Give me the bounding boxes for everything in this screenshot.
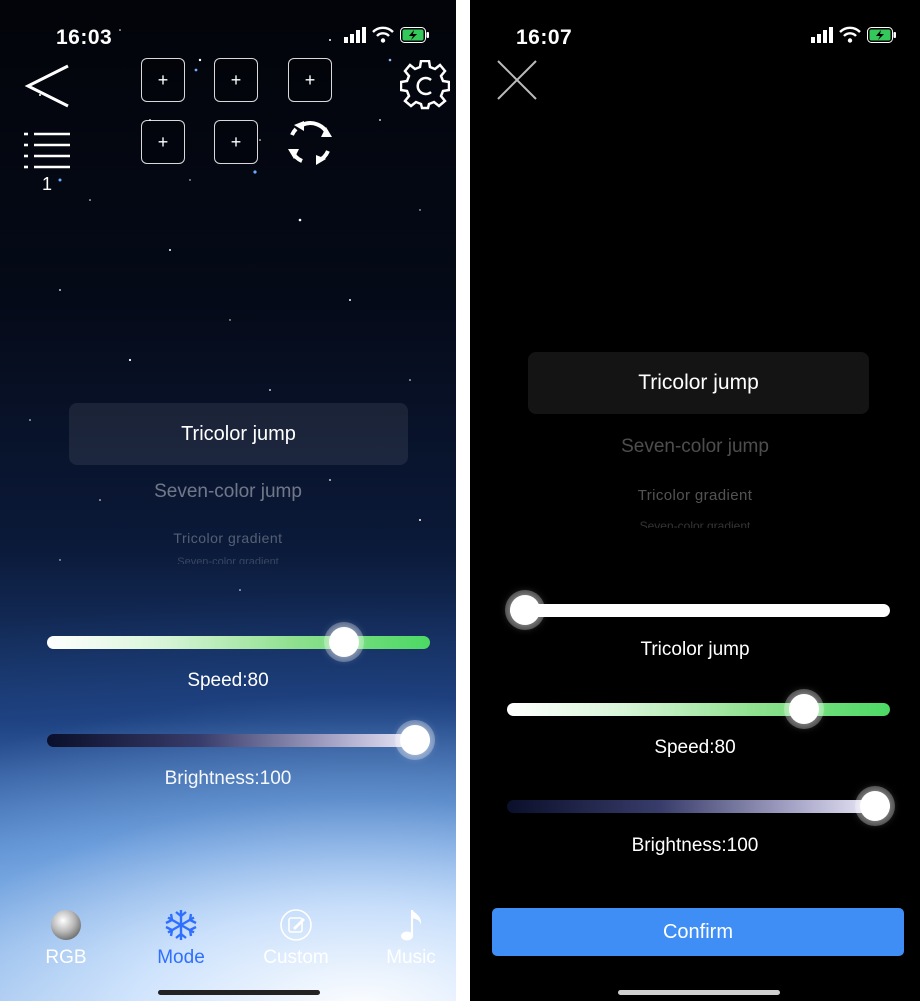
rgb-disc-icon — [51, 910, 81, 940]
brightness-label: Brightness:100 — [631, 835, 759, 856]
mode-slider-thumb[interactable] — [510, 595, 540, 625]
mode-picker-selected[interactable]: Tricolor jump — [69, 403, 408, 465]
close-icon[interactable] — [496, 59, 538, 101]
brightness-slider-thumb[interactable] — [860, 791, 890, 821]
mode-picker-selected[interactable]: Tricolor jump — [528, 352, 869, 414]
wifi-icon — [839, 26, 861, 43]
mode-picker-item[interactable]: Tricolor gradient — [470, 487, 920, 504]
mode-picker-item[interactable]: Seven-color jump — [0, 481, 456, 503]
status-time: 16:03 — [56, 26, 113, 49]
signal-icon — [344, 26, 366, 43]
mode-picker-sheet: 16:07 Tricolor jump Seven-color jump Tri… — [470, 0, 920, 1001]
mode-picker-item[interactable]: Tricolor gradient — [0, 530, 456, 546]
preset-add-button-4[interactable]: + — [141, 120, 185, 164]
status-icons — [811, 26, 897, 43]
home-indicator — [618, 990, 780, 995]
snowflake-icon — [165, 910, 197, 940]
speed-slider[interactable] — [507, 703, 890, 716]
tab-label: RGB — [45, 947, 87, 968]
mode-screen: 16:03 + + + + + 1 Tricolor jump Seven-co… — [0, 0, 456, 1001]
preset-add-button-1[interactable]: + — [141, 58, 185, 102]
music-note-icon — [401, 910, 422, 941]
refresh-cycle-icon[interactable] — [286, 119, 334, 167]
status-icons — [344, 26, 430, 43]
status-time: 16:07 — [516, 26, 573, 49]
list-menu-icon[interactable] — [24, 130, 70, 174]
tab-custom[interactable]: Custom — [251, 907, 341, 969]
speed-slider-thumb[interactable] — [789, 694, 820, 724]
speed-label: Speed:80 — [187, 670, 269, 691]
tab-mode[interactable]: Mode — [136, 907, 226, 969]
edit-circle-icon — [280, 909, 312, 941]
brightness-slider[interactable] — [507, 800, 890, 813]
tab-music[interactable]: Music — [366, 907, 456, 969]
brightness-slider-thumb[interactable] — [400, 725, 430, 755]
back-icon[interactable] — [24, 62, 72, 110]
tab-label: Mode — [157, 947, 205, 968]
battery-charging-icon — [867, 26, 896, 43]
mode-picker-item[interactable]: Seven-color jump — [470, 436, 920, 458]
signal-icon — [811, 26, 833, 43]
preset-add-button-2[interactable]: + — [214, 58, 258, 102]
preset-add-button-3[interactable]: + — [288, 58, 332, 102]
brightness-slider[interactable] — [47, 734, 430, 747]
brightness-label: Brightness:100 — [164, 768, 292, 789]
list-count: 1 — [42, 174, 53, 194]
mode-slider[interactable] — [510, 604, 890, 617]
mode-slider-label: Tricolor jump — [640, 639, 750, 660]
mode-picker-item[interactable]: Seven-color gradient — [0, 556, 456, 564]
wifi-icon — [372, 26, 394, 43]
confirm-button[interactable]: Confirm — [492, 908, 904, 956]
speed-slider-thumb[interactable] — [329, 627, 360, 657]
tab-label: Music — [386, 947, 436, 968]
tab-label: Custom — [263, 947, 329, 968]
battery-charging-icon — [400, 26, 429, 43]
settings-gear-icon[interactable] — [400, 60, 450, 110]
speed-slider[interactable] — [47, 636, 430, 649]
tab-rgb[interactable]: RGB — [21, 907, 111, 969]
preset-add-button-5[interactable]: + — [214, 120, 258, 164]
home-indicator — [158, 990, 320, 995]
speed-label: Speed:80 — [654, 737, 736, 758]
mode-picker-item[interactable]: Seven-color gradient — [470, 519, 920, 528]
